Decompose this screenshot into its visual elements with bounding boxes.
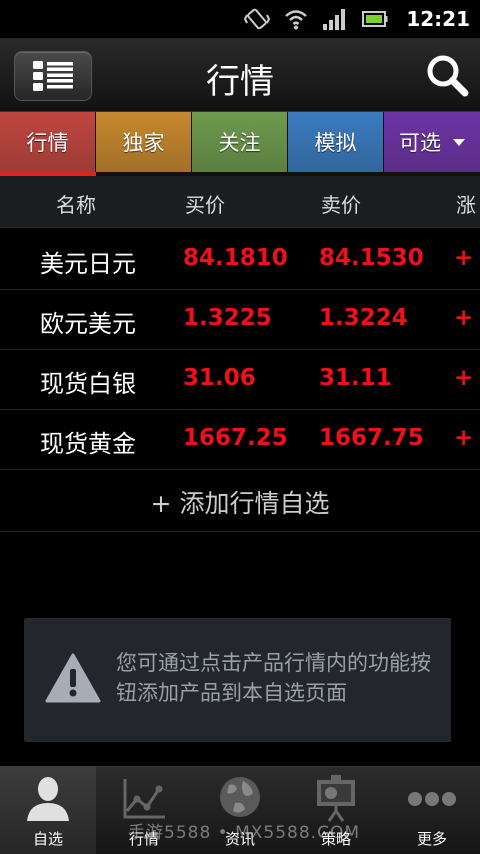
column-header-buy: 买价 — [185, 193, 225, 217]
page-title: 行情 — [206, 62, 274, 102]
signal-icon — [322, 8, 348, 30]
more-dots-icon — [408, 792, 456, 806]
table-header: 名称 买价 卖价 涨 — [0, 176, 480, 228]
row-name: 现货白银 — [40, 370, 136, 398]
watermark: 手游5588 • MX5588.COM — [128, 823, 360, 843]
row-change: + — [454, 425, 474, 451]
wifi-icon — [284, 8, 308, 30]
title-bar: 行情 — [0, 38, 480, 112]
presentation-board-icon — [317, 775, 355, 822]
warning-icon — [45, 653, 101, 703]
tab-2[interactable]: 关注 — [192, 112, 287, 172]
table-row[interactable]: 美元日元 84.1810 84.1530 + — [0, 230, 480, 290]
tab-label: 模拟 — [314, 131, 357, 155]
chevron-down-icon — [453, 138, 465, 146]
row-change: + — [454, 305, 474, 331]
row-sell-price: 31.11 — [319, 365, 392, 391]
add-watchlist-button[interactable]: + 添加行情自选 — [0, 470, 480, 532]
row-change: + — [454, 365, 474, 391]
status-bar: 12:21 — [0, 0, 480, 38]
row-buy-price: 31.06 — [183, 365, 256, 391]
category-tabs: 行情 独家 关注 模拟 可选 — [0, 112, 480, 176]
watchlist: 美元日元 84.1810 84.1530 + 欧元美元 1.3225 1.322… — [0, 230, 480, 532]
line-chart-icon — [123, 779, 165, 819]
notice-text: 您可通过点击产品行情内的功能按钮添加产品到本自选页面 — [116, 651, 431, 705]
tab-label: 关注 — [218, 131, 261, 155]
hint-notice: 您可通过点击产品行情内的功能按钮添加产品到本自选页面 — [24, 618, 451, 742]
tab-label: 可选 — [399, 131, 441, 155]
tab-3[interactable]: 模拟 — [288, 112, 383, 172]
nav-item-more[interactable]: 更多 — [384, 767, 480, 854]
column-header-sell: 卖价 — [321, 193, 361, 217]
tab-4[interactable]: 可选 — [384, 112, 480, 172]
row-sell-price: 84.1530 — [319, 245, 424, 271]
vibrate-icon — [244, 6, 271, 32]
nav-item-watchlist[interactable]: 自选 — [0, 767, 96, 854]
search-button[interactable] — [424, 52, 470, 98]
row-buy-price: 84.1810 — [183, 245, 288, 271]
row-buy-price: 1.3225 — [183, 305, 272, 331]
search-icon — [427, 55, 469, 97]
column-header-change: 涨 — [456, 193, 476, 217]
tab-0[interactable]: 行情 — [0, 112, 95, 172]
tab-1[interactable]: 独家 — [96, 112, 191, 172]
row-name: 欧元美元 — [40, 310, 136, 338]
row-buy-price: 1667.25 — [183, 425, 288, 451]
nav-label: 自选 — [32, 830, 63, 848]
person-icon — [27, 777, 69, 821]
table-row[interactable]: 欧元美元 1.3225 1.3224 + — [0, 290, 480, 350]
row-sell-price: 1667.75 — [319, 425, 424, 451]
row-name: 现货黄金 — [40, 430, 136, 458]
column-header-name: 名称 — [56, 193, 96, 217]
globe-icon — [220, 777, 260, 817]
battery-icon — [362, 10, 388, 28]
tab-label: 行情 — [26, 131, 69, 155]
table-row[interactable]: 现货黄金 1667.25 1667.75 + — [0, 410, 480, 470]
row-change: + — [454, 245, 474, 271]
table-row[interactable]: 现货白银 31.06 31.11 + — [0, 350, 480, 410]
clock: 12:21 — [406, 7, 470, 31]
row-name: 美元日元 — [40, 250, 136, 278]
tab-label: 独家 — [122, 131, 165, 155]
nav-label: 更多 — [416, 830, 447, 848]
row-sell-price: 1.3224 — [319, 305, 408, 331]
